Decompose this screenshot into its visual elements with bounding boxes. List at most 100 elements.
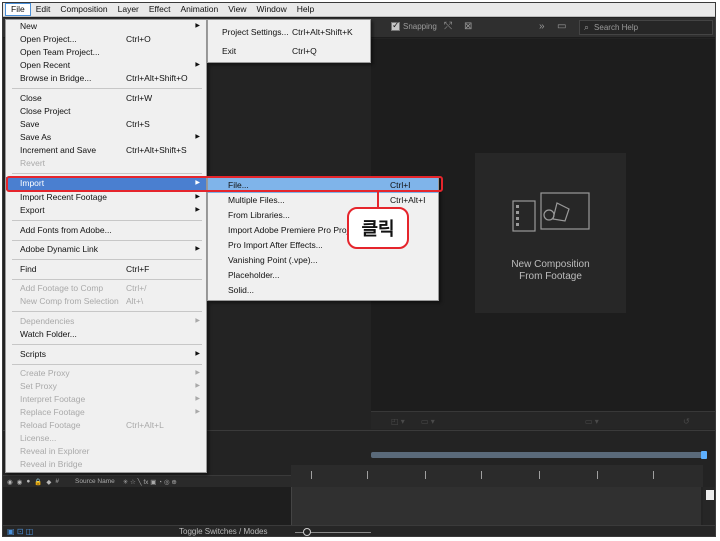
magnification-icon[interactable]: ◰ ▾: [391, 417, 405, 426]
menu-item-close-project[interactable]: Close Project: [6, 105, 206, 118]
solo-icon[interactable]: ●: [26, 478, 30, 485]
snap-edge-icon[interactable]: ⊠: [464, 21, 472, 32]
composition-footage-icon: [512, 192, 590, 232]
file-menu: New ▶ Open Project... Ctrl+O Open Team Pro…: [5, 19, 207, 473]
number-icon[interactable]: #: [55, 478, 59, 485]
ruler-tick: [597, 471, 598, 479]
menu-separator: [12, 311, 202, 312]
menu-item-revert: Revert: [20, 158, 46, 168]
menu-item-import-recent-footage[interactable]: Import Recent Footage ▶: [6, 191, 206, 204]
menu-item-solid[interactable]: Solid...: [208, 283, 438, 298]
search-input[interactable]: [594, 23, 695, 32]
menu-item-add-footage-to-comp: Add Footage to Comp Ctrl+/: [20, 283, 147, 293]
menu-item-dependencies: Dependencies ▶: [20, 316, 200, 326]
submenu-arrow-icon: ▶: [195, 409, 200, 415]
new-composition-from-footage[interactable]: New Composition From Footage: [475, 153, 626, 313]
menu-item-create-proxy: Create Proxy ▶: [20, 368, 200, 378]
scroll-thumb[interactable]: [706, 490, 714, 500]
lock-icon[interactable]: 🔒: [34, 478, 42, 486]
menu-effect[interactable]: Effect: [144, 3, 176, 16]
menu-item-save[interactable]: Save Ctrl+S: [6, 118, 206, 131]
menu-item-adobe-dynamic-link[interactable]: Adobe Dynamic Link ▶: [6, 243, 206, 256]
submenu-arrow-icon: ▶: [195, 318, 200, 324]
menu-item-add-fonts[interactable]: Add Fonts from Adobe...: [6, 224, 206, 237]
menu-item-reveal-in-bridge: Reveal in Bridge: [20, 459, 83, 469]
new-composition-label: New Composition From Footage: [511, 259, 590, 282]
timeline-layers[interactable]: [3, 487, 291, 525]
snapping-checkbox[interactable]: [391, 20, 400, 31]
menu-item-exit[interactable]: Exit Ctrl+Q: [208, 45, 370, 58]
menu-item-placeholder[interactable]: Placeholder...: [208, 268, 438, 283]
workspace-icon[interactable]: ▭: [557, 21, 566, 32]
menu-composition[interactable]: Composition: [55, 3, 112, 16]
viewer-controls: ◰ ▾ ▭ ▾ ▭ ▾ ↺: [371, 411, 715, 429]
toggle-switches-modes[interactable]: Toggle Switches / Modes: [179, 527, 268, 536]
menu-window[interactable]: Window: [252, 3, 292, 16]
snap-target-icon[interactable]: ⤲: [444, 21, 452, 32]
submenu-arrow-icon: ▶: [195, 207, 200, 213]
menu-separator: [12, 220, 202, 221]
expand-workspace-icon[interactable]: »: [539, 21, 545, 32]
menu-edit[interactable]: Edit: [31, 3, 56, 16]
annotation-highlight-box: [6, 176, 443, 192]
menu-item-scripts[interactable]: Scripts ▶: [6, 348, 206, 361]
menu-bar: File Edit Composition Layer Effect Anima…: [3, 3, 715, 17]
menu-item-project-settings[interactable]: Project Settings... Ctrl+Alt+Shift+K: [208, 26, 370, 39]
submenu-arrow-icon: ▶: [195, 396, 200, 402]
menu-item-vanishing-point[interactable]: Vanishing Point (.vpe)...: [208, 253, 438, 268]
menu-item-open-project[interactable]: Open Project... Ctrl+O: [6, 33, 206, 46]
menu-item-export[interactable]: Export ▶: [6, 204, 206, 217]
menu-layer[interactable]: Layer: [113, 3, 144, 16]
menu-separator: [12, 259, 202, 260]
menu-item-open-recent[interactable]: Open Recent ▶: [6, 59, 206, 72]
menu-item-open-team-project[interactable]: Open Team Project...: [6, 46, 206, 59]
timeline-footer-icons[interactable]: ▣ ⊡ ◫: [7, 527, 33, 536]
ruler-tick: [539, 471, 540, 479]
search-icon: ⌕: [584, 22, 590, 32]
menu-item-save-as[interactable]: Save As ▶: [6, 131, 206, 144]
submenu-arrow-icon: ▶: [195, 351, 200, 357]
work-area-bar[interactable]: [371, 451, 707, 459]
menu-item-find[interactable]: Find Ctrl+F: [6, 263, 206, 276]
annotation-callout-tail: [377, 191, 379, 207]
menu-item-watch-folder[interactable]: Watch Folder...: [6, 328, 206, 341]
reset-exposure-icon[interactable]: ↺: [683, 417, 690, 426]
menu-file[interactable]: File: [5, 3, 31, 16]
timeline-scrollbar[interactable]: [703, 487, 715, 525]
menu-item-close[interactable]: Close Ctrl+W: [6, 92, 206, 105]
timeline-layer-header: ◉ ◉ ● 🔒 ◆ # Source Name ✳ ☆ ╲ fx ▣ ◔ ◎ ⊕: [3, 475, 291, 487]
menu-separator: [12, 279, 202, 280]
submenu-arrow-icon: ▶: [195, 194, 200, 200]
source-name-header[interactable]: Source Name: [75, 478, 115, 485]
time-ruler[interactable]: [291, 465, 703, 487]
menu-separator: [12, 240, 202, 241]
zoom-slider-knob[interactable]: [303, 528, 311, 536]
label-icon[interactable]: ◆: [46, 478, 51, 486]
timeline-footer: ▣ ⊡ ◫ Toggle Switches / Modes: [3, 525, 715, 536]
menu-separator: [12, 344, 202, 345]
snapping-toggle[interactable]: Snapping: [391, 20, 437, 31]
menu-item-browse-in-bridge[interactable]: Browse in Bridge... Ctrl+Alt+Shift+O: [6, 72, 206, 85]
resolution-icon[interactable]: ▭ ▾: [421, 417, 435, 426]
ruler-tick: [367, 471, 368, 479]
ruler-tick: [425, 471, 426, 479]
ruler-tick: [311, 471, 312, 479]
menu-item-increment-and-save[interactable]: Increment and Save Ctrl+Alt+Shift+S: [6, 144, 206, 157]
switches-icons: ✳ ☆ ╲ fx ▣ ◔ ◎ ⊕: [122, 478, 177, 486]
timeline-graph[interactable]: [291, 487, 701, 525]
menu-view[interactable]: View: [223, 3, 251, 16]
annotation-callout: 클릭: [347, 207, 409, 249]
audio-icon[interactable]: ◉: [17, 478, 23, 486]
app-window: File Edit Composition Layer Effect Anima…: [2, 2, 716, 537]
search-help[interactable]: ⌕: [579, 20, 713, 35]
view-layout-icon[interactable]: ▭ ▾: [585, 417, 599, 426]
submenu-arrow-icon: ▶: [195, 370, 200, 376]
menu-animation[interactable]: Animation: [175, 3, 223, 16]
menu-item-new[interactable]: New ▶: [6, 20, 206, 33]
menu-item-reveal-in-explorer: Reveal in Explorer: [20, 446, 90, 456]
menu-help[interactable]: Help: [292, 3, 319, 16]
menu-item-import-multiple-files[interactable]: Multiple Files... Ctrl+Alt+I: [208, 193, 438, 208]
submenu-arrow-icon: ▶: [195, 62, 200, 68]
submenu-arrow-icon: ▶: [195, 383, 200, 389]
eye-icon[interactable]: ◉: [7, 478, 13, 486]
